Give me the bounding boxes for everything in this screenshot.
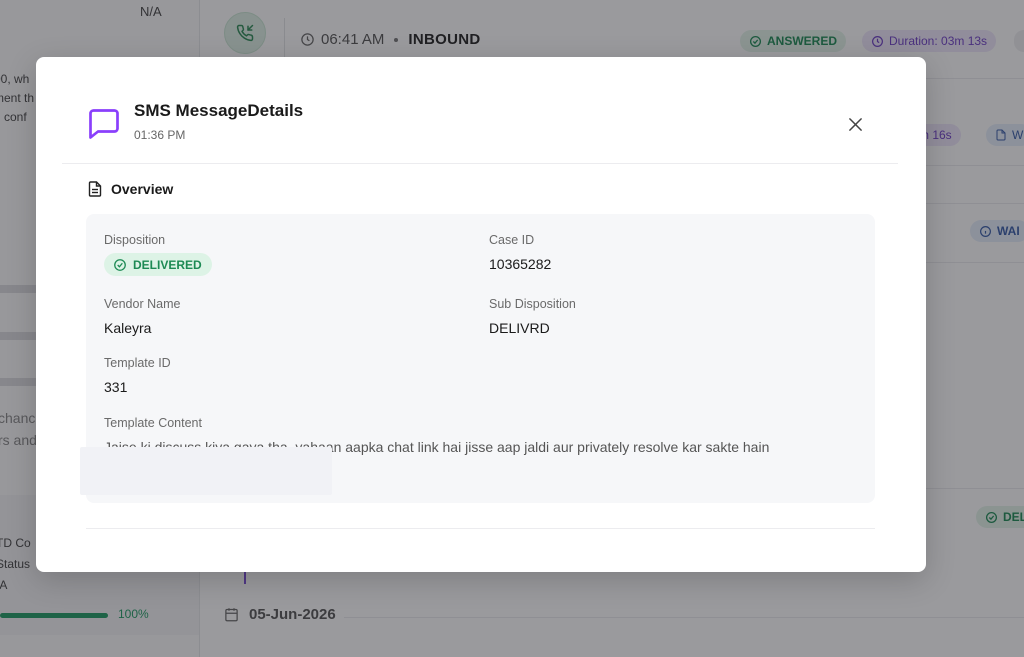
- disposition-label: Disposition: [104, 233, 166, 247]
- details-card: Disposition DELIVERED Case ID 10365282 V…: [80, 214, 875, 503]
- header-divider: [62, 163, 898, 164]
- modal-time: 01:36 PM: [134, 128, 186, 142]
- message-square-icon: [89, 109, 119, 139]
- case-id-label: Case ID: [489, 233, 535, 247]
- overview-title: Overview: [111, 181, 174, 197]
- template-id-label: Template ID: [104, 356, 171, 370]
- footer-divider: [86, 528, 875, 529]
- sms-details-modal: SMS MessageDetails 01:36 PM Overview Dis…: [36, 57, 926, 572]
- redaction-block: [80, 447, 332, 495]
- status-badge: DELIVERED: [104, 253, 212, 276]
- modal-header: SMS MessageDetails 01:36 PM: [36, 57, 926, 163]
- vendor-name-value: Kaleyra: [104, 320, 152, 336]
- modal-title: SMS MessageDetails: [134, 101, 304, 120]
- sub-disposition-label: Sub Disposition: [489, 297, 576, 311]
- close-icon: [848, 117, 862, 131]
- close-button[interactable]: [844, 113, 866, 135]
- case-id-value: 10365282: [489, 256, 552, 272]
- template-id-value: 331: [104, 379, 128, 395]
- document-icon: [88, 181, 102, 197]
- sub-disposition-value: DELIVRD: [489, 320, 550, 336]
- overview-section-header: Overview: [88, 181, 173, 197]
- vendor-name-label: Vendor Name: [104, 297, 181, 311]
- template-content-label: Template Content: [104, 416, 202, 430]
- disposition-value: DELIVERED: [133, 257, 202, 272]
- check-circle-icon: [114, 258, 126, 271]
